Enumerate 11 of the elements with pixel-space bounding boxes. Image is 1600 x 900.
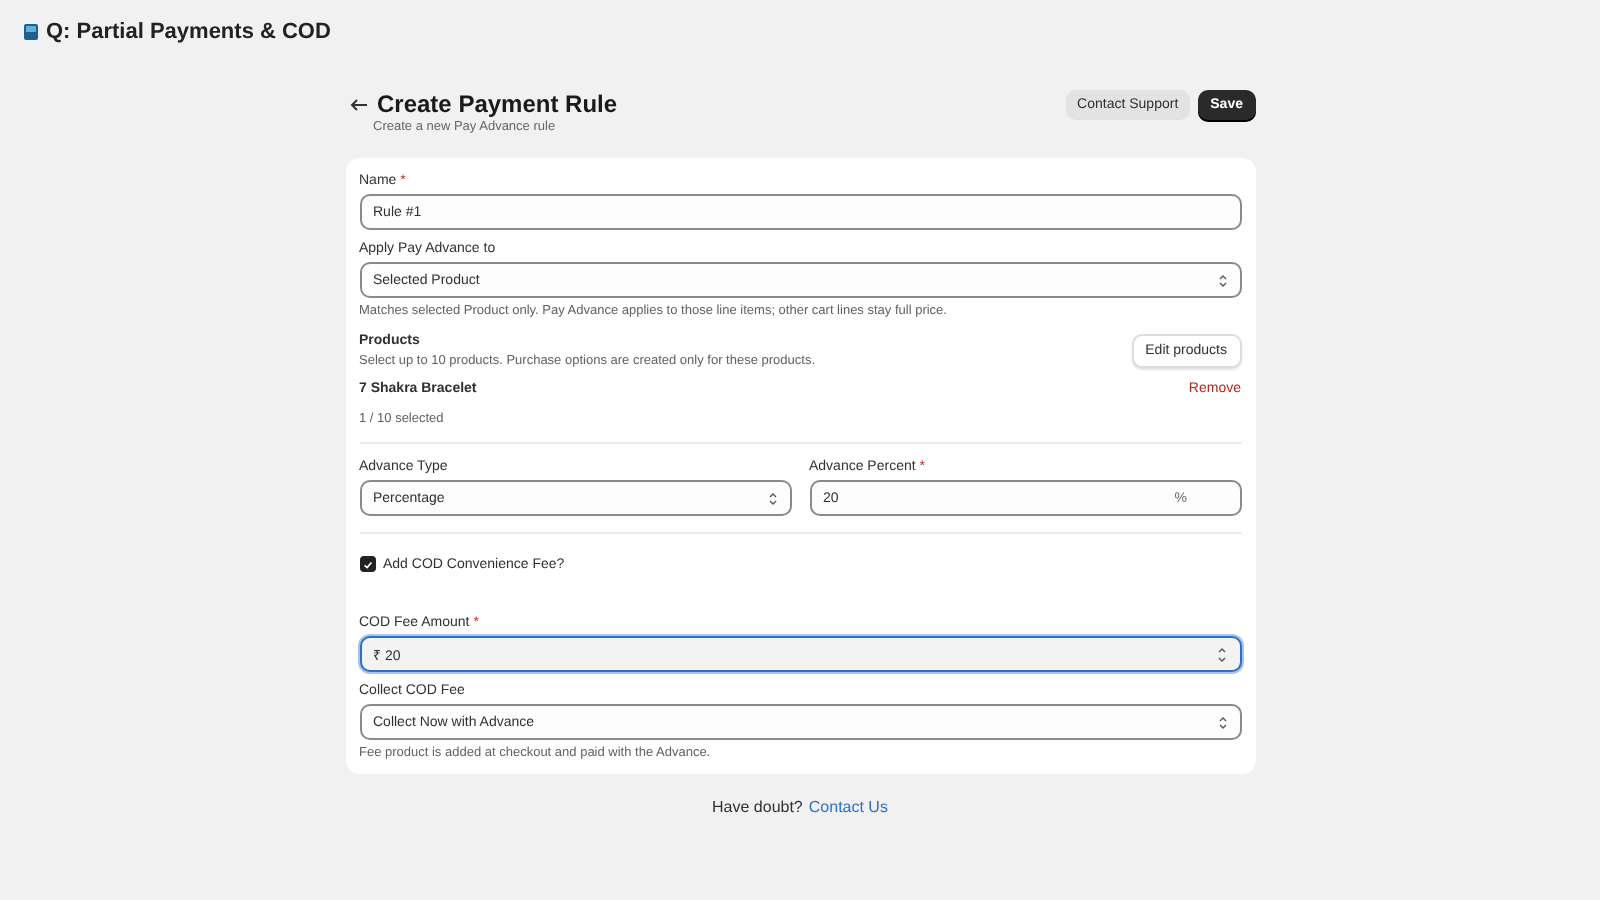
back-arrow-icon[interactable] bbox=[349, 97, 367, 111]
app-title: Q: Partial Payments & COD bbox=[46, 20, 331, 44]
select-chevron-icon bbox=[767, 491, 777, 505]
app-logo-icon bbox=[24, 24, 38, 40]
footer-text: Have doubt? bbox=[712, 798, 803, 816]
contact-us-link[interactable]: Contact Us bbox=[808, 798, 888, 816]
page-title: Create Payment Rule bbox=[377, 90, 618, 118]
spinner-icon[interactable] bbox=[1215, 645, 1227, 663]
checkbox[interactable] bbox=[359, 556, 375, 572]
select-chevron-icon bbox=[1217, 715, 1227, 729]
select-chevron-icon bbox=[1217, 273, 1227, 287]
